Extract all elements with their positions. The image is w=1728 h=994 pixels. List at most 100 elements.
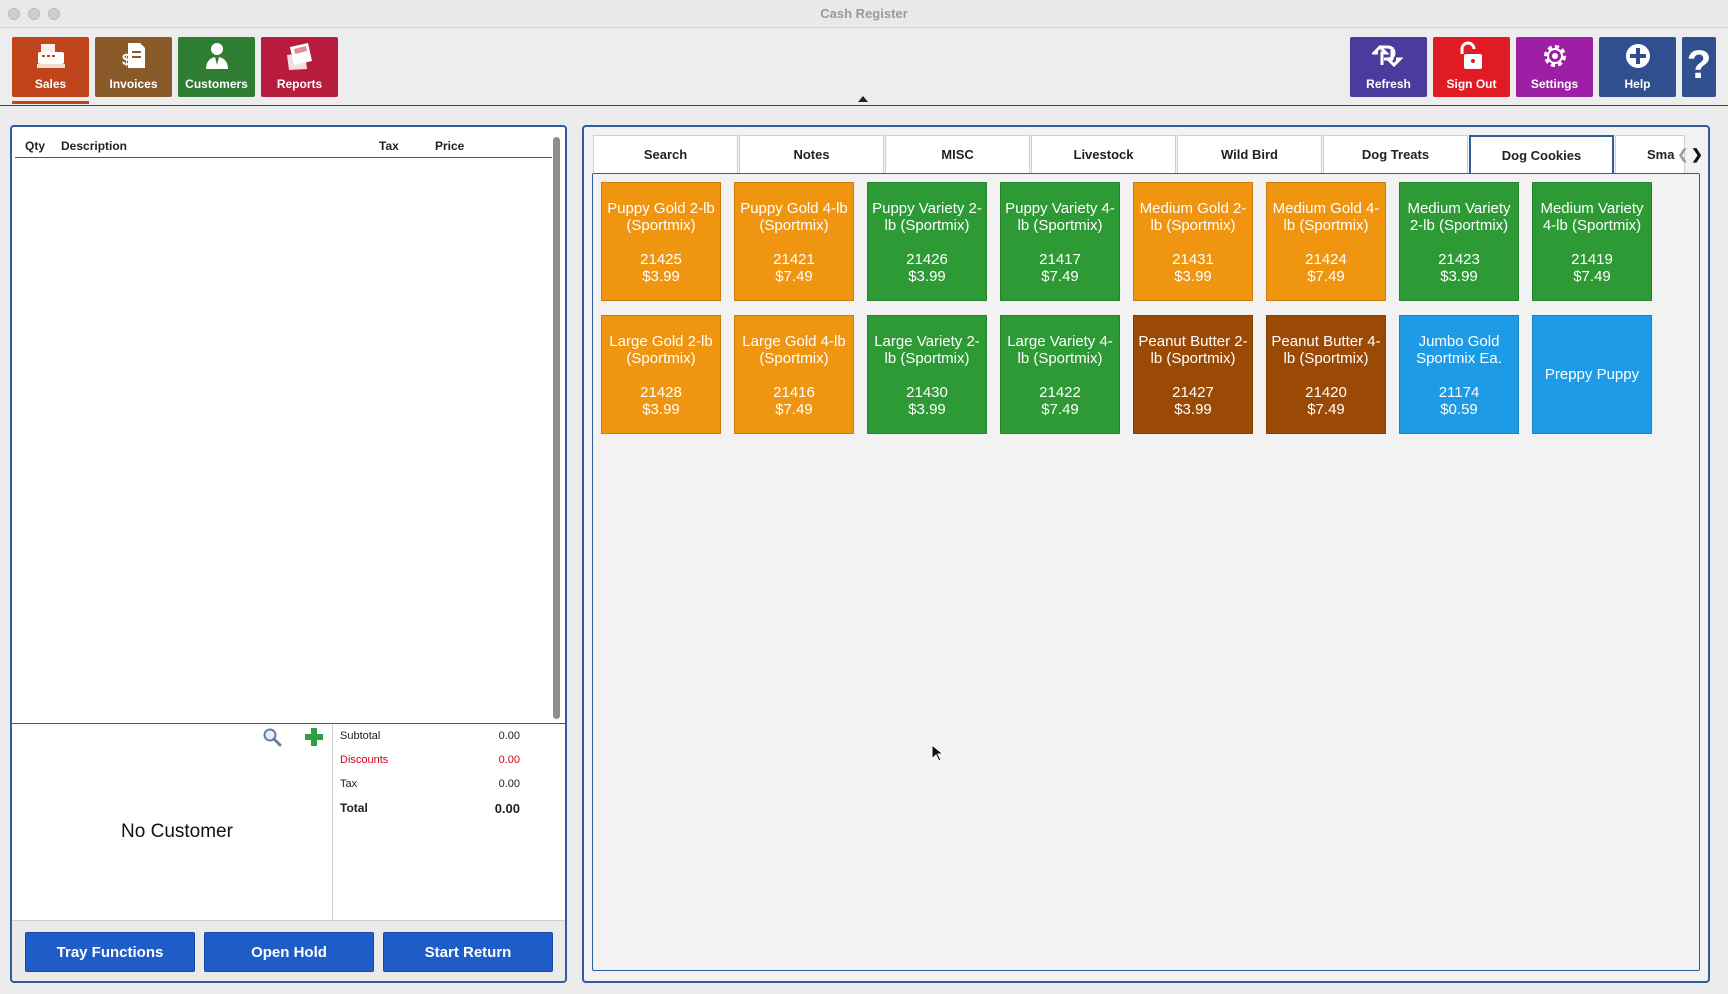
product-name: Medium Gold 4-lb (Sportmix): [1272, 200, 1380, 234]
product-code: 21421: [773, 251, 815, 268]
product-name: Puppy Variety 4-lb (Sportmix): [1005, 200, 1115, 234]
product-price: $7.49: [1041, 401, 1079, 418]
tab-livestock[interactable]: Livestock: [1031, 135, 1176, 173]
sales-button[interactable]: Sales: [12, 37, 89, 97]
tax-value: 0.00: [498, 778, 520, 790]
cart-divider: [12, 723, 565, 724]
product-button[interactable]: Puppy Gold 4-lb (Sportmix) 21421 $7.49: [734, 182, 854, 301]
tab-misc[interactable]: MISC: [885, 135, 1030, 173]
product-price: $7.49: [1573, 268, 1611, 285]
product-button[interactable]: Medium Gold 4-lb (Sportmix) 21424 $7.49: [1266, 182, 1386, 301]
product-button[interactable]: Preppy Puppy: [1532, 315, 1652, 434]
product-price: $3.99: [642, 401, 680, 418]
add-customer-icon[interactable]: [304, 727, 324, 747]
qty-column-header: Qty: [25, 139, 46, 153]
customer-totals-divider: [332, 724, 333, 920]
subtotal-value: 0.00: [498, 730, 520, 742]
customer-icon: [178, 41, 255, 71]
tray-functions-button[interactable]: Tray Functions: [25, 932, 195, 972]
reports-icon: [261, 41, 338, 71]
product-name: Puppy Gold 2-lb (Sportmix): [607, 200, 715, 234]
discounts-row: Discounts 0.00: [340, 754, 520, 766]
mouse-pointer-icon: [931, 744, 945, 762]
product-price: $0.59: [1440, 401, 1478, 418]
product-code: 21416: [773, 384, 815, 401]
settings-button[interactable]: Settings: [1516, 37, 1593, 97]
product-name: Preppy Puppy: [1544, 366, 1640, 383]
invoices-button[interactable]: $ Invoices: [95, 37, 172, 97]
reports-button[interactable]: Reports: [261, 37, 338, 97]
product-button[interactable]: Medium Variety 2-lb (Sportmix) 21423 $3.99: [1399, 182, 1519, 301]
product-name: Large Variety 4-lb (Sportmix): [1007, 333, 1113, 367]
tab-notes[interactable]: Notes: [739, 135, 884, 173]
product-price: $3.99: [1174, 268, 1212, 285]
product-name: Medium Variety 4-lb (Sportmix): [1540, 200, 1644, 234]
product-button[interactable]: Medium Variety 4-lb (Sportmix) 21419 $7.49: [1532, 182, 1652, 301]
tab-dog-treats[interactable]: Dog Treats: [1323, 135, 1468, 173]
product-button[interactable]: Large Variety 4-lb (Sportmix) 21422 $7.49: [1000, 315, 1120, 434]
help-plus-icon: [1599, 41, 1676, 71]
customer-search-icon[interactable]: [262, 727, 282, 747]
product-button[interactable]: Large Gold 4-lb (Sportmix) 21416 $7.49: [734, 315, 854, 434]
total-value: 0.00: [494, 801, 520, 816]
refresh-icon: [1350, 41, 1427, 71]
tab-scroll-right-icon[interactable]: ❯: [1690, 135, 1704, 173]
product-name: Puppy Gold 4-lb (Sportmix): [740, 200, 848, 234]
product-code: 21431: [1172, 251, 1214, 268]
product-code: 21419: [1571, 251, 1613, 268]
product-button[interactable]: Large Gold 2-lb (Sportmix) 21428 $3.99: [601, 315, 721, 434]
help-button[interactable]: Help: [1599, 37, 1676, 97]
product-code: 21417: [1039, 251, 1081, 268]
invoice-icon: $: [95, 41, 172, 71]
description-column-header: Description: [61, 139, 128, 153]
product-price: $3.99: [1174, 401, 1212, 418]
invoices-label: Invoices: [109, 77, 158, 91]
product-name: Puppy Variety 2-lb (Sportmix): [872, 200, 982, 234]
tab-search[interactable]: Search: [593, 135, 738, 173]
product-name: Medium Gold 2-lb (Sportmix): [1139, 200, 1247, 234]
product-price: $7.49: [775, 401, 813, 418]
tab-small-animal-partial[interactable]: Sma: [1615, 135, 1685, 173]
tab-wild-bird[interactable]: Wild Bird: [1177, 135, 1322, 173]
customers-button[interactable]: Customers: [178, 37, 255, 97]
product-price: $3.99: [908, 268, 946, 285]
product-button[interactable]: Puppy Variety 2-lb (Sportmix) 21426 $3.99: [867, 182, 987, 301]
product-button[interactable]: Peanut Butter 4-lb (Sportmix) 21420 $7.49: [1266, 315, 1386, 434]
active-section-indicator: [12, 101, 89, 104]
question-icon: ?: [1686, 43, 1712, 87]
refresh-label: Refresh: [1366, 77, 1411, 91]
product-button[interactable]: Large Variety 2-lb (Sportmix) 21430 $3.99: [867, 315, 987, 434]
refresh-button[interactable]: Refresh: [1350, 37, 1427, 97]
tax-column-header: Tax: [379, 139, 399, 153]
tab-dog-cookies[interactable]: Dog Cookies: [1469, 135, 1614, 173]
tab-scroll-left-icon[interactable]: ❮: [1676, 135, 1690, 173]
product-code: 21428: [640, 384, 682, 401]
cart-scrollbar[interactable]: [553, 137, 560, 719]
main-toolbar: Sales $ Invoices Customers Reports Refre…: [0, 28, 1728, 106]
subtotal-label: Subtotal: [340, 730, 381, 742]
product-code: 21423: [1438, 251, 1480, 268]
question-button[interactable]: ?: [1682, 37, 1716, 97]
product-name: Large Variety 2-lb (Sportmix): [874, 333, 980, 367]
sign-out-button[interactable]: Sign Out: [1433, 37, 1510, 97]
product-code: 21425: [640, 251, 682, 268]
open-hold-button[interactable]: Open Hold: [204, 932, 374, 972]
window-title: Cash Register: [820, 6, 908, 21]
customers-label: Customers: [185, 77, 248, 91]
collapse-toolbar-caret-icon[interactable]: [858, 96, 868, 102]
settings-label: Settings: [1530, 77, 1579, 91]
product-name: Large Gold 2-lb (Sportmix): [609, 333, 713, 367]
product-name: Peanut Butter 2-lb (Sportmix): [1138, 333, 1248, 367]
product-code: 21420: [1305, 384, 1347, 401]
product-button[interactable]: Peanut Butter 2-lb (Sportmix) 21427 $3.99: [1133, 315, 1253, 434]
product-name: Large Gold 4-lb (Sportmix): [742, 333, 846, 367]
sign-out-icon: [1433, 41, 1510, 71]
product-button[interactable]: Medium Gold 2-lb (Sportmix) 21431 $3.99: [1133, 182, 1253, 301]
start-return-button[interactable]: Start Return: [383, 932, 553, 972]
product-button[interactable]: Puppy Gold 2-lb (Sportmix) 21425 $3.99: [601, 182, 721, 301]
product-price: $3.99: [642, 268, 680, 285]
tax-row: Tax 0.00: [340, 778, 520, 790]
product-button[interactable]: Puppy Variety 4-lb (Sportmix) 21417 $7.49: [1000, 182, 1120, 301]
product-button[interactable]: Jumbo Gold Sportmix Ea. 21174 $0.59: [1399, 315, 1519, 434]
svg-text:$: $: [122, 52, 131, 69]
